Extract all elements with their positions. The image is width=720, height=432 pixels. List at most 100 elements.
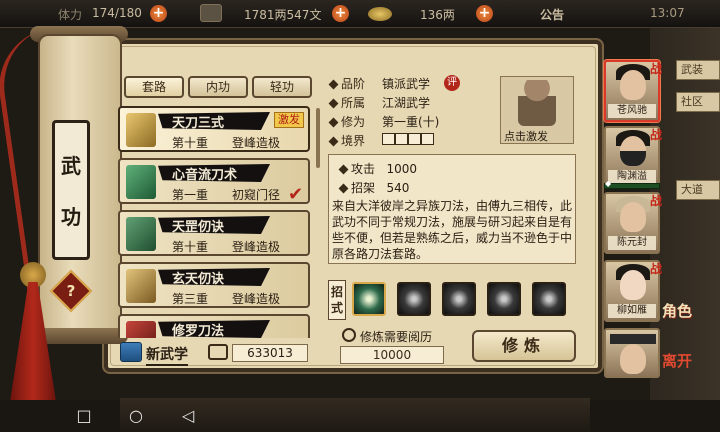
skill-level: 第三重	[172, 292, 209, 306]
requirement-label: 修炼需要阅历	[360, 330, 433, 344]
active-badge: 激发	[274, 112, 304, 128]
move-slot-2[interactable]	[397, 282, 431, 316]
cultivation-label: 修为	[328, 113, 365, 130]
scroll-icon	[126, 165, 156, 199]
category-value: 江湖武学	[382, 96, 431, 110]
gold-value: 136两	[420, 8, 455, 22]
add-gold-button[interactable]: +	[476, 5, 493, 22]
role-button[interactable]: 角色	[662, 300, 692, 321]
skill-name: 天刀三式	[172, 116, 225, 131]
experience-value: 633013	[232, 344, 308, 362]
skill-item-xinyin[interactable]: 心音流刀术 第一重 初窥门径 ✔	[118, 158, 310, 205]
skill-stage: 登峰造极	[232, 240, 281, 254]
skill-level: 第十重	[172, 240, 209, 254]
battle-icon: 战	[649, 194, 662, 208]
move-slot-3[interactable]	[442, 282, 476, 316]
skill-description: 来自大洋彼岸之异族刀法，由傅九三相传，此武功不同于常规刀法，施展与研习起来自是有…	[332, 199, 573, 261]
character-name: 柳如雁	[608, 304, 656, 318]
character-portrait-4[interactable]: 战 柳如雁	[604, 260, 662, 322]
home-icon[interactable]: ○	[124, 406, 148, 426]
add-stamina-button[interactable]: +	[150, 5, 167, 22]
clock: 13:07	[650, 6, 685, 20]
skill-item-xiuluo[interactable]: 修罗刀法	[118, 314, 310, 338]
attack-stat: 攻击 1000	[338, 160, 417, 177]
character-portrait-3[interactable]: 战 陈元封	[604, 192, 662, 254]
realm-label: 境界	[328, 132, 365, 149]
skill-level: 第一重	[172, 188, 209, 202]
realm-slot	[395, 133, 408, 145]
character-name: 陈元封	[608, 236, 656, 250]
status-bar: 体力 174/180 + 1781两547文 + 136两 + 公告 13:07	[0, 0, 720, 28]
skill-stage: 登峰造极	[232, 292, 281, 306]
stamina-label: 体力	[58, 8, 83, 22]
skill-level: 第十重	[172, 136, 209, 150]
silver-icon	[200, 4, 222, 22]
skill-book-icon	[126, 269, 156, 303]
grade-value: 镇派武学	[382, 77, 431, 91]
face	[620, 202, 646, 232]
skill-item-tiangang[interactable]: 天罡仞诀 第十重 登峰造极	[118, 210, 310, 256]
character-name: 陶渊溢	[608, 170, 656, 184]
tab-inner-skill[interactable]: 内功	[188, 76, 248, 98]
skill-book-icon	[126, 321, 156, 338]
announcement-button[interactable]: 公告	[540, 6, 564, 23]
title-char-2: 功	[61, 205, 81, 229]
side-menu-background	[650, 28, 720, 432]
battle-icon: 战	[649, 62, 662, 76]
skill-item-xuantian[interactable]: 玄天仞诀 第三重 登峰造极	[118, 262, 310, 308]
move-slot-4[interactable]	[487, 282, 521, 316]
panel-title: 武 功	[52, 120, 90, 260]
title-char-1: 武	[61, 154, 81, 178]
side-menu-equipment[interactable]: 武装	[676, 60, 720, 80]
side-menu-community[interactable]: 社区	[676, 92, 720, 112]
battle-icon: 战	[649, 262, 662, 276]
side-menu-road[interactable]: 大道	[676, 180, 720, 200]
realm-slot	[408, 133, 421, 145]
recent-apps-icon[interactable]: □	[72, 406, 96, 426]
moves-label: 招式	[328, 280, 346, 320]
health-bar-label: ◆	[605, 179, 612, 188]
diamond-icon	[328, 98, 339, 109]
health-bar: ◆	[604, 179, 660, 189]
diamond-icon	[328, 117, 339, 128]
experience-icon	[342, 328, 356, 342]
parry-stat: 招架 540	[338, 179, 409, 196]
grade-label: 品阶	[328, 75, 365, 92]
tab-light-skill[interactable]: 轻功	[252, 76, 312, 98]
silver-value: 1781两547文	[244, 8, 322, 22]
meditating-figure-icon	[518, 80, 556, 126]
move-slot-1[interactable]	[352, 282, 386, 316]
new-skill-button[interactable]: 新武学	[146, 344, 188, 366]
character-portrait-2[interactable]: 战 陶渊溢	[604, 126, 662, 188]
skill-name: 玄天仞诀	[172, 272, 225, 287]
train-trigger-label: 点击激发	[504, 130, 548, 143]
requirement-value: 10000	[340, 346, 444, 364]
add-silver-button[interactable]: +	[332, 5, 349, 22]
leave-button[interactable]: 离开	[662, 350, 692, 371]
list-scrollbar[interactable]	[316, 108, 320, 168]
diamond-icon	[328, 136, 339, 147]
diamond-icon	[338, 164, 349, 175]
realm-slot	[382, 133, 395, 145]
back-icon[interactable]: ◁	[176, 406, 200, 426]
category-label: 所属	[328, 94, 365, 111]
skill-item-tiandao[interactable]: 天刀三式 激发 第十重 登峰造极	[118, 106, 310, 152]
skill-list[interactable]: 天刀三式 激发 第十重 登峰造极 心音流刀术 第一重 初窥门径 ✔ 天罡仞诀 第…	[118, 106, 314, 338]
tab-routines[interactable]: 套路	[124, 76, 184, 98]
character-name: 苍风驰	[608, 104, 656, 118]
cultivation-value: 第一重(十)	[382, 115, 440, 129]
train-button[interactable]: 修炼	[472, 330, 576, 362]
skill-name: 天罡仞诀	[172, 220, 225, 235]
gold-icon	[368, 7, 392, 21]
character-portrait-1[interactable]: 战 苍风驰	[604, 60, 662, 122]
grade-rating-badge[interactable]: 评	[444, 75, 460, 91]
face	[620, 344, 646, 374]
face	[620, 70, 646, 100]
diamond-icon	[328, 79, 339, 90]
skill-stage: 初窥门径	[232, 188, 281, 202]
character-portrait-5[interactable]	[604, 328, 660, 378]
move-slot-5[interactable]	[532, 282, 566, 316]
face	[620, 270, 646, 300]
masked-face	[620, 136, 646, 166]
hat	[610, 334, 656, 344]
